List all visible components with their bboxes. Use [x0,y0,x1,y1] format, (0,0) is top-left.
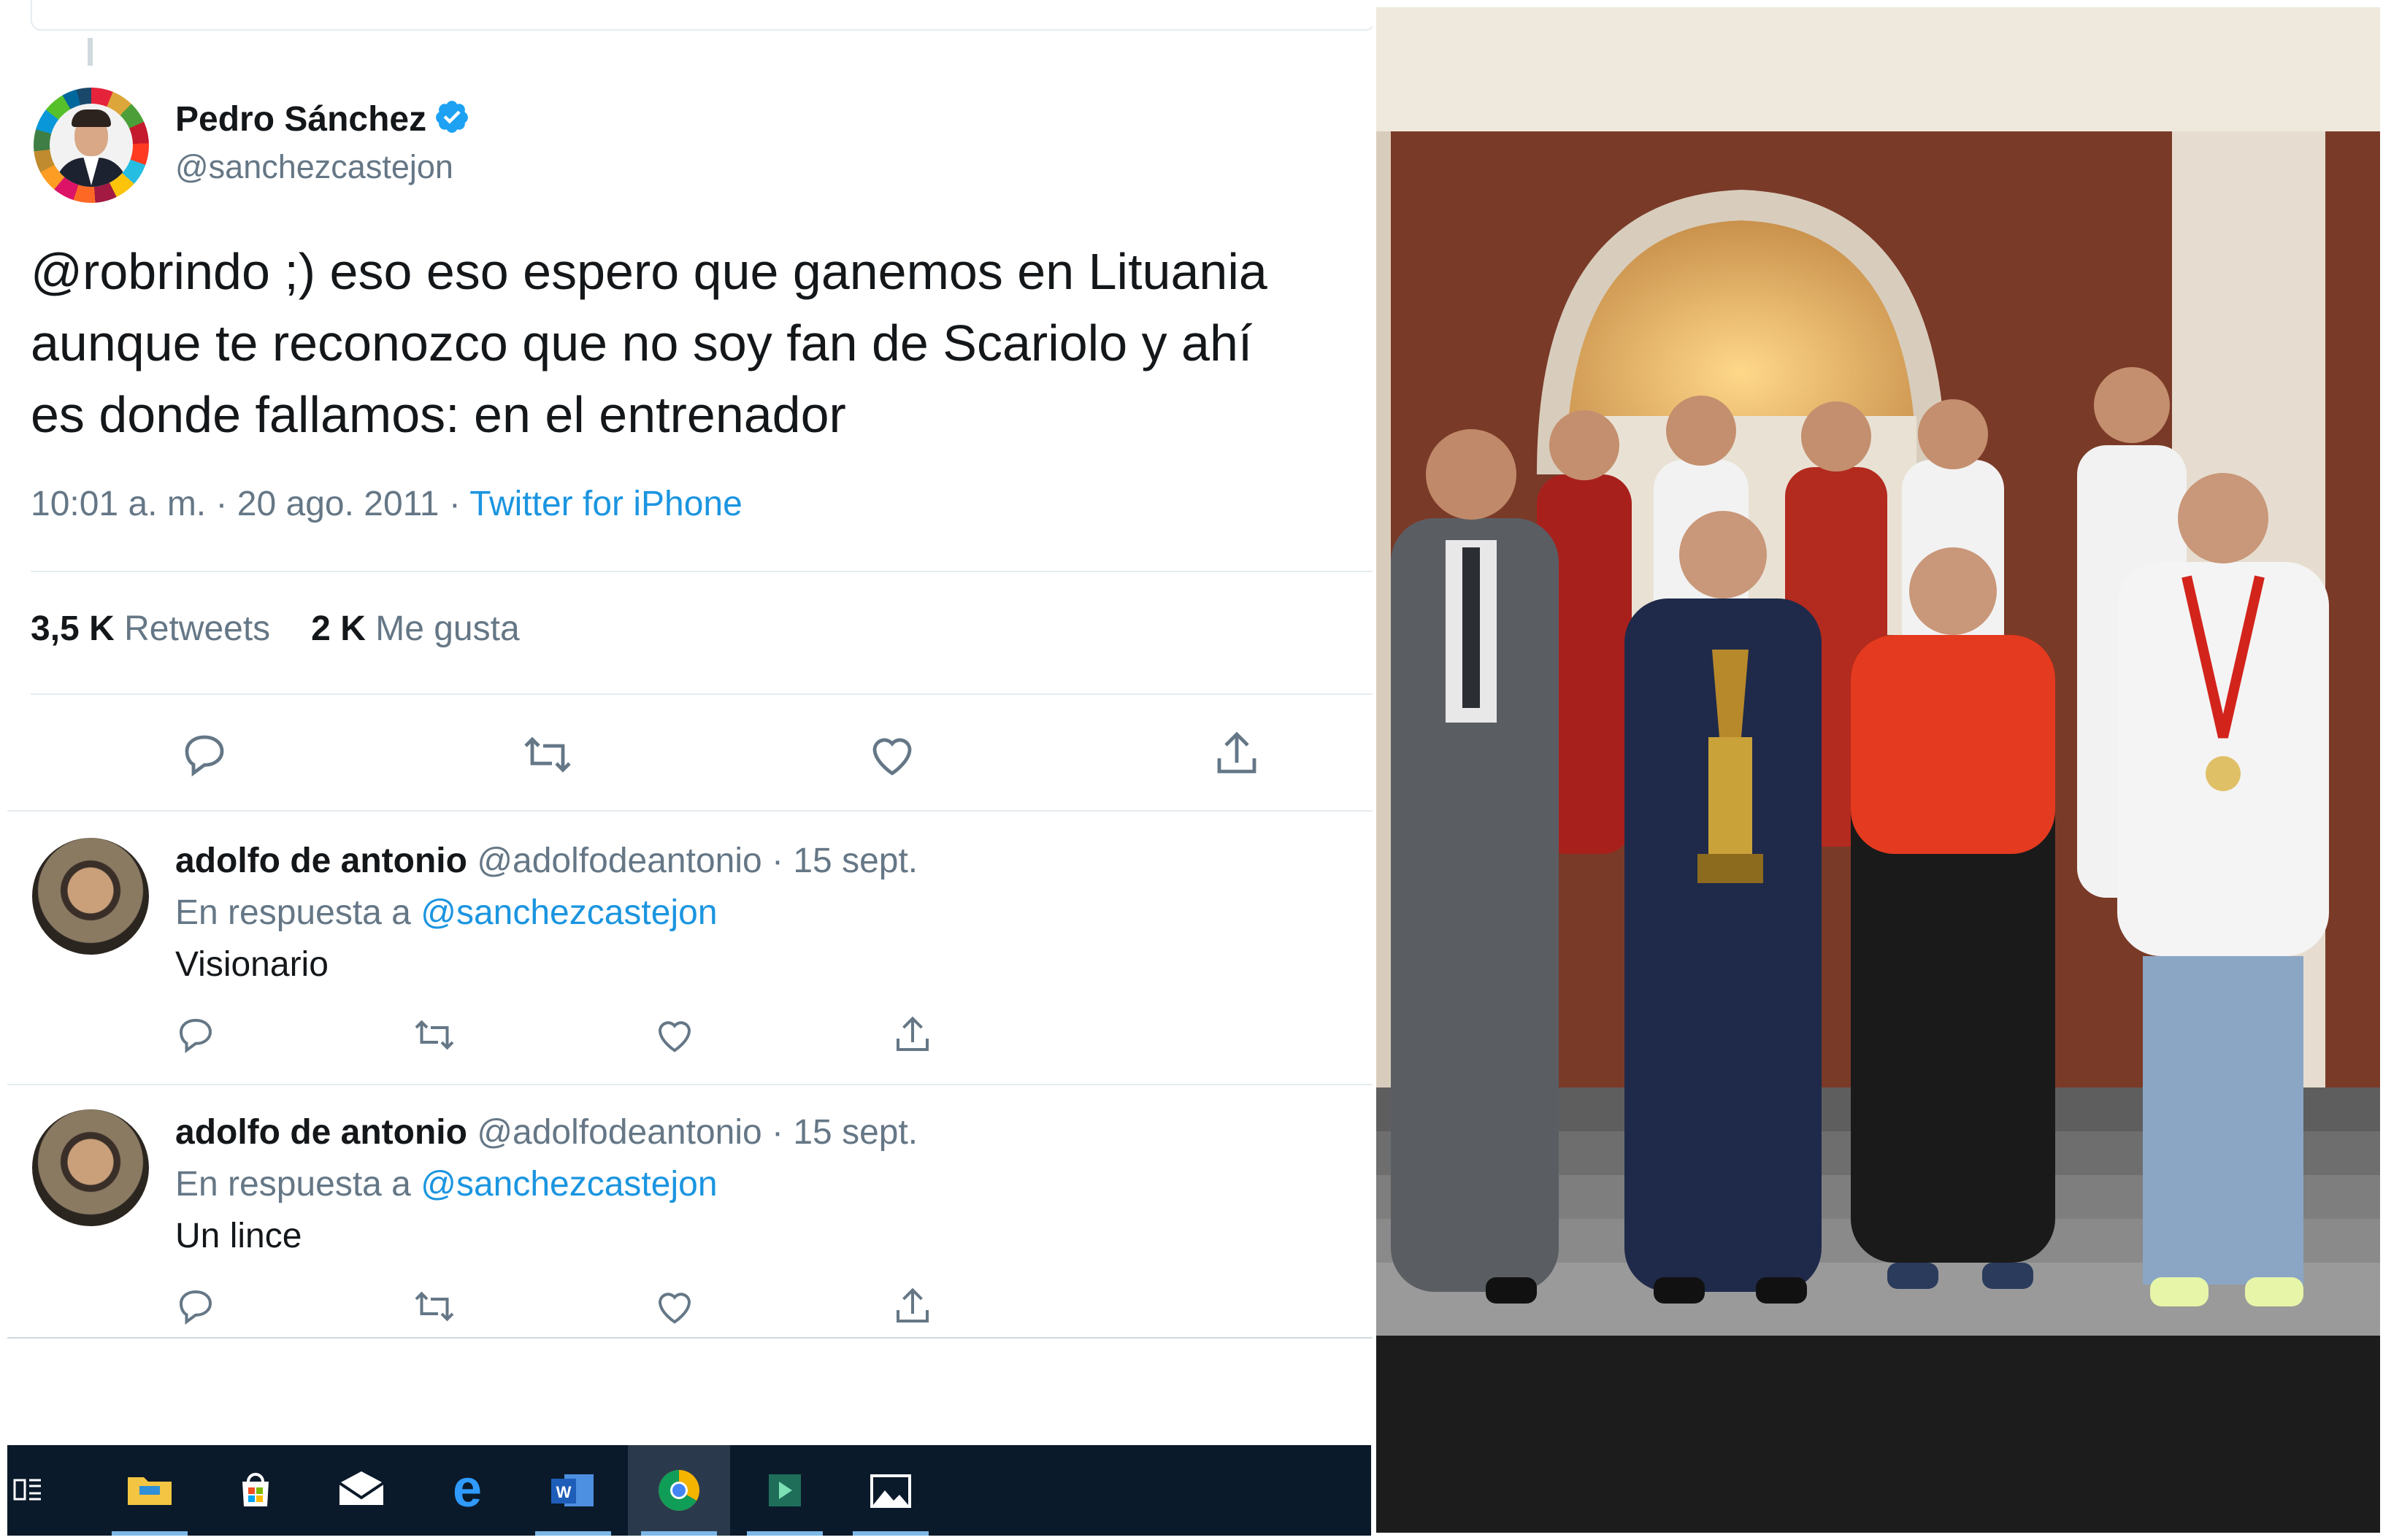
like-icon[interactable] [651,1013,698,1057]
likes-count: 2 K [311,609,366,648]
divider [7,810,1373,812]
task-view-icon[interactable] [7,1445,58,1536]
divider [7,1337,1373,1339]
reply-tweet[interactable]: adolfo de antonio @adolfodeantonio · 15 … [31,1109,1373,1350]
tweet-stats: 3,5 K Retweets 2 K Me gusta [31,609,520,649]
twitter-panel: Pedro Sánchez @sanchezcastejon @robrindo… [0,0,1373,1540]
reply-text: Un lince [175,1217,302,1255]
tweet-text: @robrindo ;) eso eso espero que ganemos … [31,243,1267,443]
retweets-stat[interactable]: 3,5 K Retweets [31,609,270,648]
author-name[interactable]: Pedro Sánchez [175,99,470,139]
share-icon[interactable] [891,1283,935,1330]
retweet-icon[interactable] [520,728,575,781]
divider [31,693,1373,695]
store-icon[interactable] [204,1445,307,1536]
reply-icon[interactable] [174,1285,218,1328]
svg-text:W: W [556,1483,572,1501]
retweet-icon[interactable] [410,1013,458,1057]
reply-to-prefix: En respuesta a [175,893,411,932]
windows-taskbar: e W [7,1445,1371,1536]
like-icon[interactable] [864,728,920,781]
author-name-text: Pedro Sánchez [175,100,427,139]
file-explorer-icon[interactable] [99,1445,201,1536]
reply-avatar[interactable] [32,838,149,955]
reply-icon[interactable] [178,728,231,781]
svg-text:e: e [453,1460,482,1518]
likes-stat[interactable]: 2 K Me gusta [311,609,519,648]
retweets-label: Retweets [124,609,271,648]
reply-author-name[interactable]: adolfo de antonio [175,1113,467,1152]
word-icon[interactable]: W [522,1445,624,1536]
photos-icon[interactable] [840,1445,942,1536]
reply-avatar[interactable] [32,1109,149,1226]
share-icon[interactable] [1210,726,1263,782]
verified-badge-icon [436,101,468,133]
reply-tweet[interactable]: adolfo de antonio @adolfodeantonio · 15 … [31,838,1373,1079]
edge-icon[interactable]: e [416,1445,518,1536]
thread-line [88,38,93,66]
reply-header: adolfo de antonio @adolfodeantonio · 15 … [175,841,918,881]
reply-text: Visionario [175,945,329,984]
team-photo [1376,7,2380,1533]
like-icon[interactable] [651,1285,698,1328]
chrome-icon[interactable] [628,1445,730,1536]
avatar-photo [50,104,133,187]
share-icon[interactable] [891,1012,935,1058]
reply-context: En respuesta a @sanchezcastejon [175,1164,718,1204]
retweets-count: 3,5 K [31,609,115,648]
reply-icon[interactable] [174,1013,218,1057]
divider [31,571,1373,572]
reply-to-handle-link[interactable]: @sanchezcastejon [421,893,717,932]
reply-header: adolfo de antonio @adolfodeantonio · 15 … [175,1112,918,1152]
reply-to-prefix: En respuesta a [175,1165,411,1204]
team-photo-illustration [1376,7,2380,1533]
mail-icon[interactable] [310,1445,412,1536]
tweet-source-link[interactable]: Twitter for iPhone [469,485,742,523]
retweet-icon[interactable] [410,1285,458,1328]
likes-label: Me gusta [375,609,520,648]
reply-handle-date[interactable]: @adolfodeantonio · 15 sept. [477,1113,918,1152]
reply-context: En respuesta a @sanchezcastejon [175,893,718,933]
reply-to-handle-link[interactable]: @sanchezcastejon [421,1165,717,1204]
divider [7,1084,1373,1085]
author-avatar[interactable] [34,88,149,203]
tweet-meta: 10:01 a. m. · 20 ago. 2011 · Twitter for… [31,484,742,524]
app-icon[interactable] [734,1445,836,1536]
tweet-time[interactable]: 10:01 a. m. · 20 ago. 2011 · [31,485,469,523]
previous-tweet-card-edge [31,0,1373,31]
reply-author-name[interactable]: adolfo de antonio [175,842,467,880]
reply-handle-date[interactable]: @adolfodeantonio · 15 sept. [477,842,918,880]
author-handle[interactable]: @sanchezcastejon [175,148,453,186]
